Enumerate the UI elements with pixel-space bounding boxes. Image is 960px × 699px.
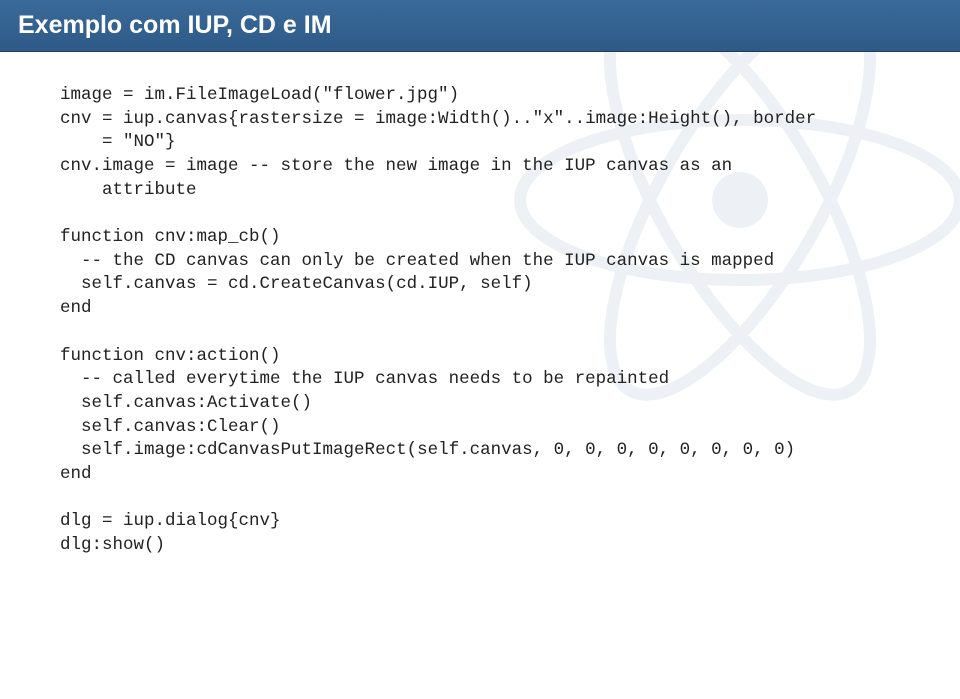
code-block-2: function cnv:map_cb() -- the CD canvas c… [60,226,900,321]
slide-content: image = im.FileImageLoad("flower.jpg") c… [0,52,960,602]
code-block-1: image = im.FileImageLoad("flower.jpg") c… [60,84,900,202]
code-block-4: dlg = iup.dialog{cnv} dlg:show() [60,510,900,557]
slide-title: Exemplo com IUP, CD e IM [18,11,332,40]
code-block-3: function cnv:action() -- called everytim… [60,345,900,487]
slide-header: Exemplo com IUP, CD e IM [0,0,960,52]
